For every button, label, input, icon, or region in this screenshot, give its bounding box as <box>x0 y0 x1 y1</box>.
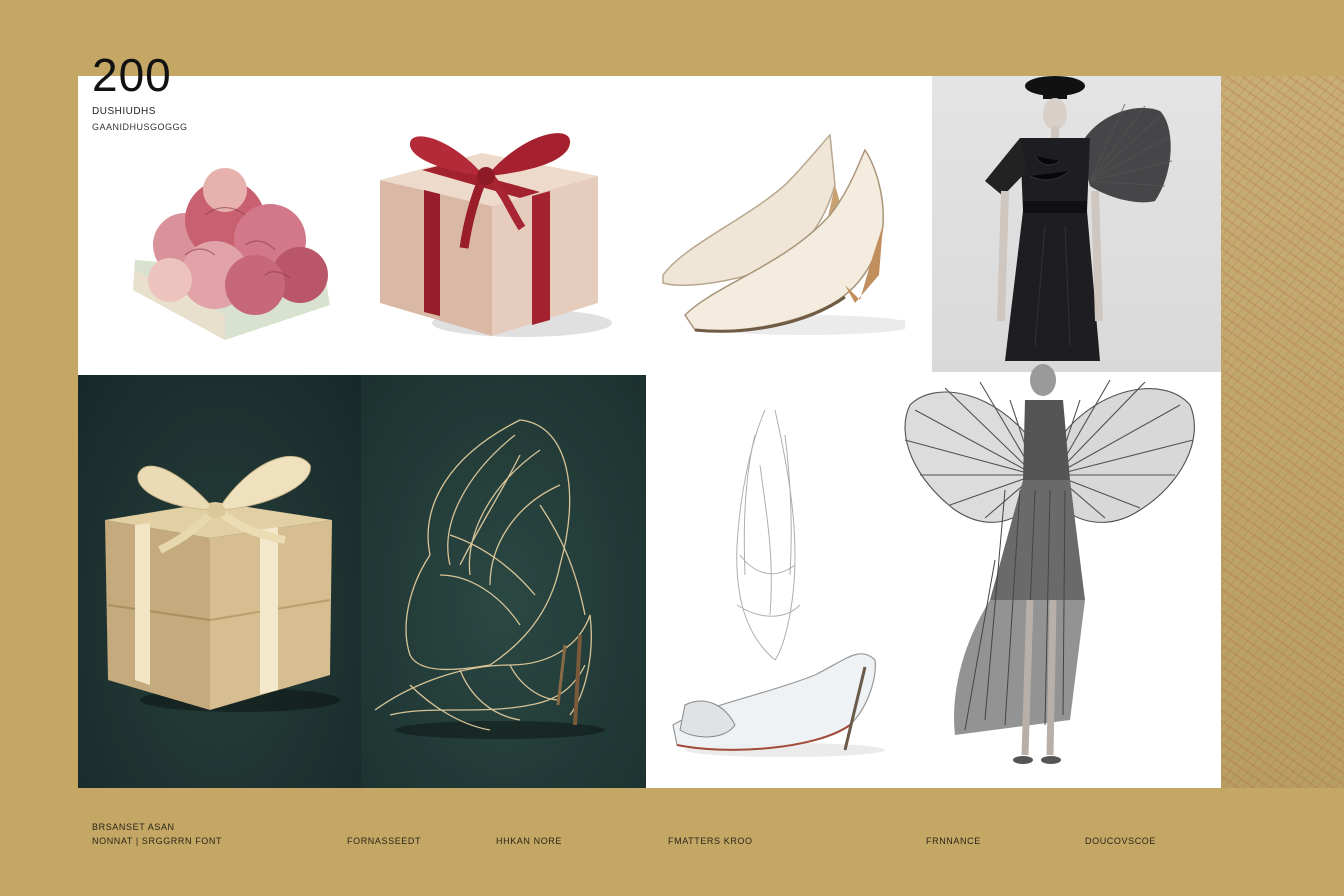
pleated-fan-wing-gown-image <box>904 364 1195 764</box>
pink-flower-bouquet-image <box>133 168 330 340</box>
gold-wire-heels-image <box>374 419 605 739</box>
footer-caption-2: FORNASSEEDT <box>347 836 422 846</box>
clear-sculptural-stiletto-image <box>672 409 885 757</box>
kraft-gift-box-image <box>105 456 340 712</box>
footer-caption-3: HHKAN NORE <box>496 836 563 846</box>
textured-side-strip <box>1221 76 1344 788</box>
footer-caption-6: DOUCOVSCOE <box>1085 836 1157 846</box>
footer-caption-4: FMATTERS KROO <box>668 836 753 846</box>
footer-caption-1-line-2: NONNAT | SRGGRRN FONT <box>92 836 223 846</box>
header-subtitle-secondary: GAANIDHUSGOGGG <box>92 122 188 132</box>
page-number-heading: 200 <box>92 49 172 101</box>
gift-box-red-ribbon-image <box>380 133 612 337</box>
black-dress-fan-sleeve-image <box>985 76 1173 361</box>
header-subtitle: DUSHIUDHS <box>92 106 156 117</box>
footer-caption-5: FRNNANCE <box>926 836 981 846</box>
footer-caption-1-line-1: BRSANSET ASAN <box>92 822 175 832</box>
cream-leather-pumps-image <box>662 133 905 335</box>
